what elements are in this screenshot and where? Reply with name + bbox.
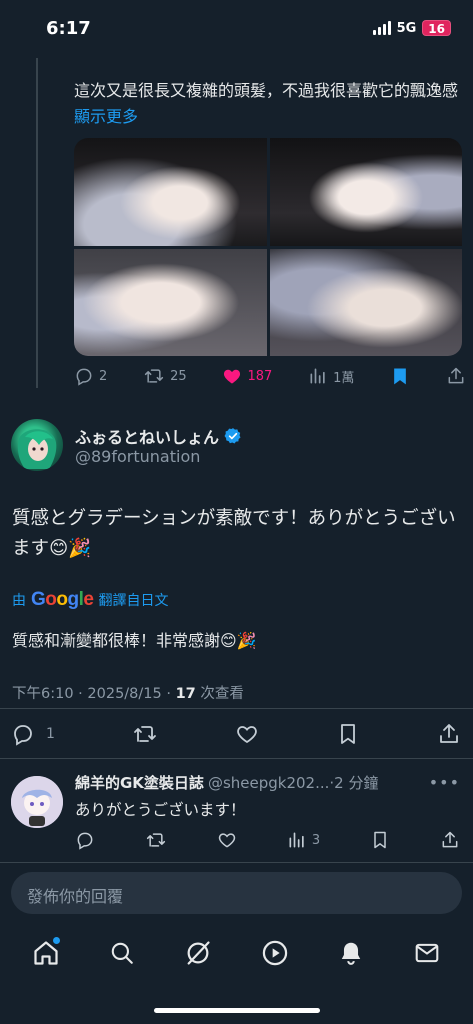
share-button[interactable] [437, 722, 461, 746]
like-button[interactable]: 187 [222, 366, 272, 386]
divider [0, 862, 473, 863]
share-icon [440, 724, 458, 743]
reply-text: ありがとうございます！ [75, 801, 246, 819]
reply-button[interactable] [75, 830, 95, 850]
nav-notifications[interactable] [331, 933, 371, 973]
translation-attribution[interactable]: 由 Google 翻譯自日文 [12, 589, 168, 611]
avatar[interactable] [11, 419, 63, 471]
media-photo-3[interactable] [74, 248, 267, 356]
bookmark-button[interactable] [370, 830, 390, 850]
google-logo: Google [31, 589, 94, 610]
nav-grok[interactable] [178, 933, 218, 973]
translate-label: 翻譯自日文 [98, 593, 169, 609]
status-indicators: 5G 16 [372, 20, 451, 36]
reply-display-name[interactable]: 綿羊的GK塗裝日誌 [75, 772, 204, 793]
messages-icon [415, 943, 439, 963]
views-button[interactable]: 1萬 [308, 366, 354, 386]
share-button[interactable] [440, 830, 460, 850]
home-indicator[interactable] [154, 1008, 320, 1013]
bottom-nav [0, 930, 473, 976]
nav-messages[interactable] [407, 933, 447, 973]
nav-search[interactable] [102, 933, 142, 973]
tweet-timestamp[interactable]: 下午6:10 · 2025/8/15 · [12, 686, 176, 702]
bookmark-button[interactable] [336, 722, 360, 746]
heart-icon [218, 833, 236, 848]
repost-button[interactable] [132, 722, 158, 746]
translate-prefix: 由 [12, 593, 26, 609]
like-button[interactable] [217, 830, 237, 850]
main-action-bar: 1 [11, 722, 461, 746]
heart-filled-icon [224, 369, 241, 384]
repost-button[interactable]: 25 [143, 366, 187, 386]
repost-icon [146, 833, 166, 847]
repost-count: 25 [170, 368, 187, 384]
reply-icon [14, 725, 32, 746]
reply-avatar-illustration [11, 776, 63, 828]
reply-time[interactable]: ·2 分鐘 [329, 772, 378, 793]
parent-action-bar: 2 25 187 1萬 [74, 366, 466, 386]
repost-icon [134, 726, 156, 742]
battery-badge: 16 [422, 20, 451, 36]
view-label: 次查看 [195, 686, 244, 702]
parent-tweet-text: 這次又是很長又複雜的頭髮，不過我很喜歡它的飄逸感 顯示更多 [74, 78, 464, 130]
reply-action-bar: 3 [75, 830, 460, 850]
like-count: 187 [247, 368, 273, 384]
view-count: 17 [175, 686, 196, 702]
translated-text: 質感和漸變都很棒！非常感謝😊🎉 [12, 631, 257, 650]
reply-icon [76, 368, 92, 386]
display-name-text: ふぉるとねいしょん [75, 428, 220, 447]
reply-composer-input[interactable]: 發佈你的回覆 [11, 872, 462, 914]
notifications-icon [341, 942, 360, 965]
handle[interactable]: @89fortunation [75, 447, 200, 466]
media-photo-2[interactable] [269, 138, 462, 246]
reply-count: 1 [46, 726, 55, 742]
views-count: 1萬 [333, 370, 355, 386]
thread-line [36, 58, 38, 388]
more-options-icon[interactable]: ••• [429, 773, 460, 792]
avatar-illustration [17, 429, 57, 469]
divider [0, 758, 473, 759]
nav-video[interactable] [255, 933, 295, 973]
tweet-meta: 下午6:10 · 2025/8/15 · 17 次查看 [12, 682, 244, 703]
divider [0, 708, 473, 709]
repost-button[interactable] [145, 830, 167, 850]
reply-button[interactable]: 2 [74, 366, 107, 386]
grok-icon [187, 941, 210, 965]
search-icon [111, 942, 134, 964]
media-photo-4[interactable] [269, 248, 462, 356]
share-icon [442, 831, 458, 848]
like-button[interactable] [235, 722, 259, 746]
reply-header: 綿羊的GK塗裝日誌 @sheepgk202... ·2 分鐘 ••• [75, 772, 460, 793]
bookmark-icon [374, 831, 386, 849]
reply-count: 2 [99, 368, 108, 384]
network-label: 5G [396, 20, 417, 36]
tweet-text: 質感とグラデーションが素敵です！ありがとうございます😊🎉 [12, 508, 456, 559]
reply-handle[interactable]: @sheepgk202... [208, 774, 329, 792]
views-button[interactable]: 3 [287, 830, 320, 850]
media-photo-1[interactable] [74, 138, 267, 246]
share-icon [448, 367, 464, 384]
parent-tweet-body: 這次又是很長又複雜的頭髮，不過我很喜歡它的飄逸感 [74, 81, 459, 100]
bookmark-button[interactable] [390, 366, 410, 386]
status-time: 6:17 [46, 18, 91, 39]
views-icon [289, 832, 304, 848]
share-button[interactable] [446, 366, 466, 386]
reply-icon [77, 832, 93, 850]
heart-icon [237, 726, 257, 744]
reply-avatar[interactable] [11, 776, 63, 828]
reply-views-count: 3 [311, 832, 321, 848]
video-icon [262, 940, 287, 966]
show-more-link[interactable]: 顯示更多 [74, 107, 138, 126]
display-name[interactable]: ふぉるとねいしょん [75, 424, 242, 448]
verified-icon [224, 428, 241, 444]
bookmark-icon [341, 724, 355, 744]
nav-home[interactable] [26, 933, 66, 973]
views-icon [310, 368, 325, 384]
signal-icon [372, 21, 391, 35]
bookmark-filled-icon [394, 368, 407, 385]
media-grid [74, 138, 462, 356]
reply-button[interactable]: 1 [11, 722, 55, 746]
repost-icon [145, 369, 164, 383]
